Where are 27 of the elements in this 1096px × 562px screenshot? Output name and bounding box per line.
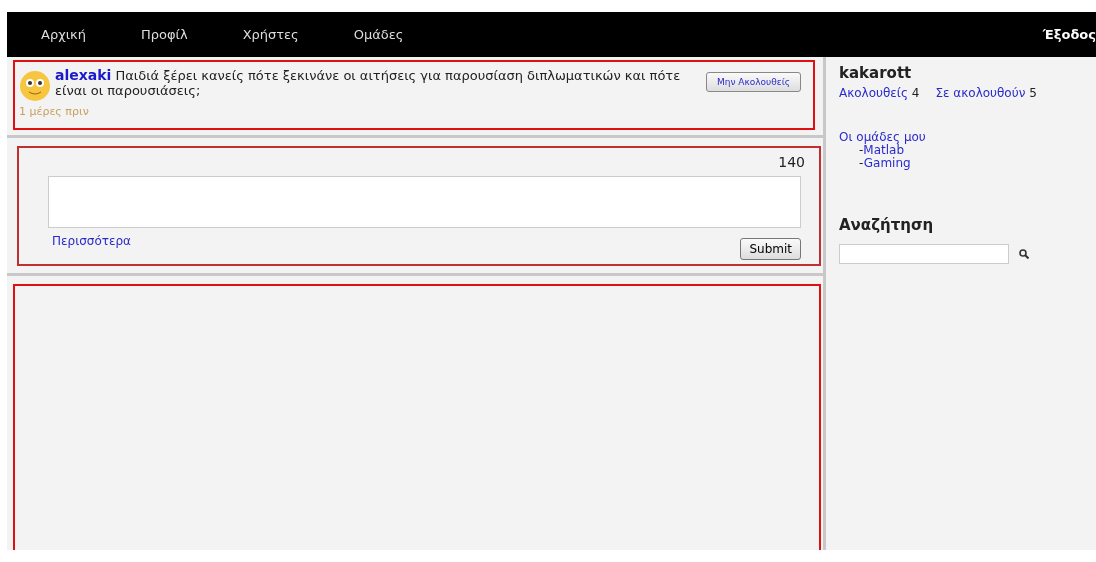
author-link[interactable]: alexaki <box>55 67 112 83</box>
nav-link[interactable]: Προφίλ <box>140 27 188 42</box>
search-field[interactable] <box>839 244 1009 264</box>
groups-link[interactable]: Οι ομάδες μου <box>839 130 926 144</box>
list-dash: - <box>859 143 864 157</box>
username-heading: kakarott <box>839 64 913 82</box>
nav-link[interactable]: Χρήστες <box>242 27 299 42</box>
group-link[interactable]: Matlab <box>863 143 905 157</box>
character-counter: 140 <box>778 154 805 170</box>
following-count: 4 <box>911 86 920 100</box>
followers-count: 5 <box>1029 86 1037 100</box>
logout-link[interactable]: Έξοδος <box>1042 27 1096 42</box>
search-icon[interactable] <box>1019 249 1029 259</box>
group-link[interactable]: Gaming <box>863 156 911 170</box>
smiley-avatar-icon <box>19 70 51 102</box>
nav-link[interactable]: Αρχική <box>41 27 86 42</box>
list-dash: - <box>859 156 864 170</box>
more-link[interactable]: Περισσότερα <box>52 234 131 248</box>
unfollow-button[interactable]: Μην Ακολουθείς <box>705 72 801 92</box>
followers-link[interactable]: Σε ακολουθούν <box>935 86 1026 100</box>
post-time: 1 μέρες πριν <box>19 105 89 118</box>
post-input[interactable] <box>48 176 801 228</box>
post-text: alexaki Παιδιά ξέρει κανείς πότε ξεκινάνε οι αιτήσεις για παρουσίαση διπλωματικών και πότε είναι οι παρουσιάσεις; <box>55 68 682 100</box>
following-link[interactable]: Ακολουθείς <box>839 86 908 100</box>
search-heading: Αναζήτηση <box>839 216 935 234</box>
nav-link[interactable]: Ομάδες <box>353 27 404 42</box>
submit-button[interactable]: Submit <box>740 238 801 260</box>
